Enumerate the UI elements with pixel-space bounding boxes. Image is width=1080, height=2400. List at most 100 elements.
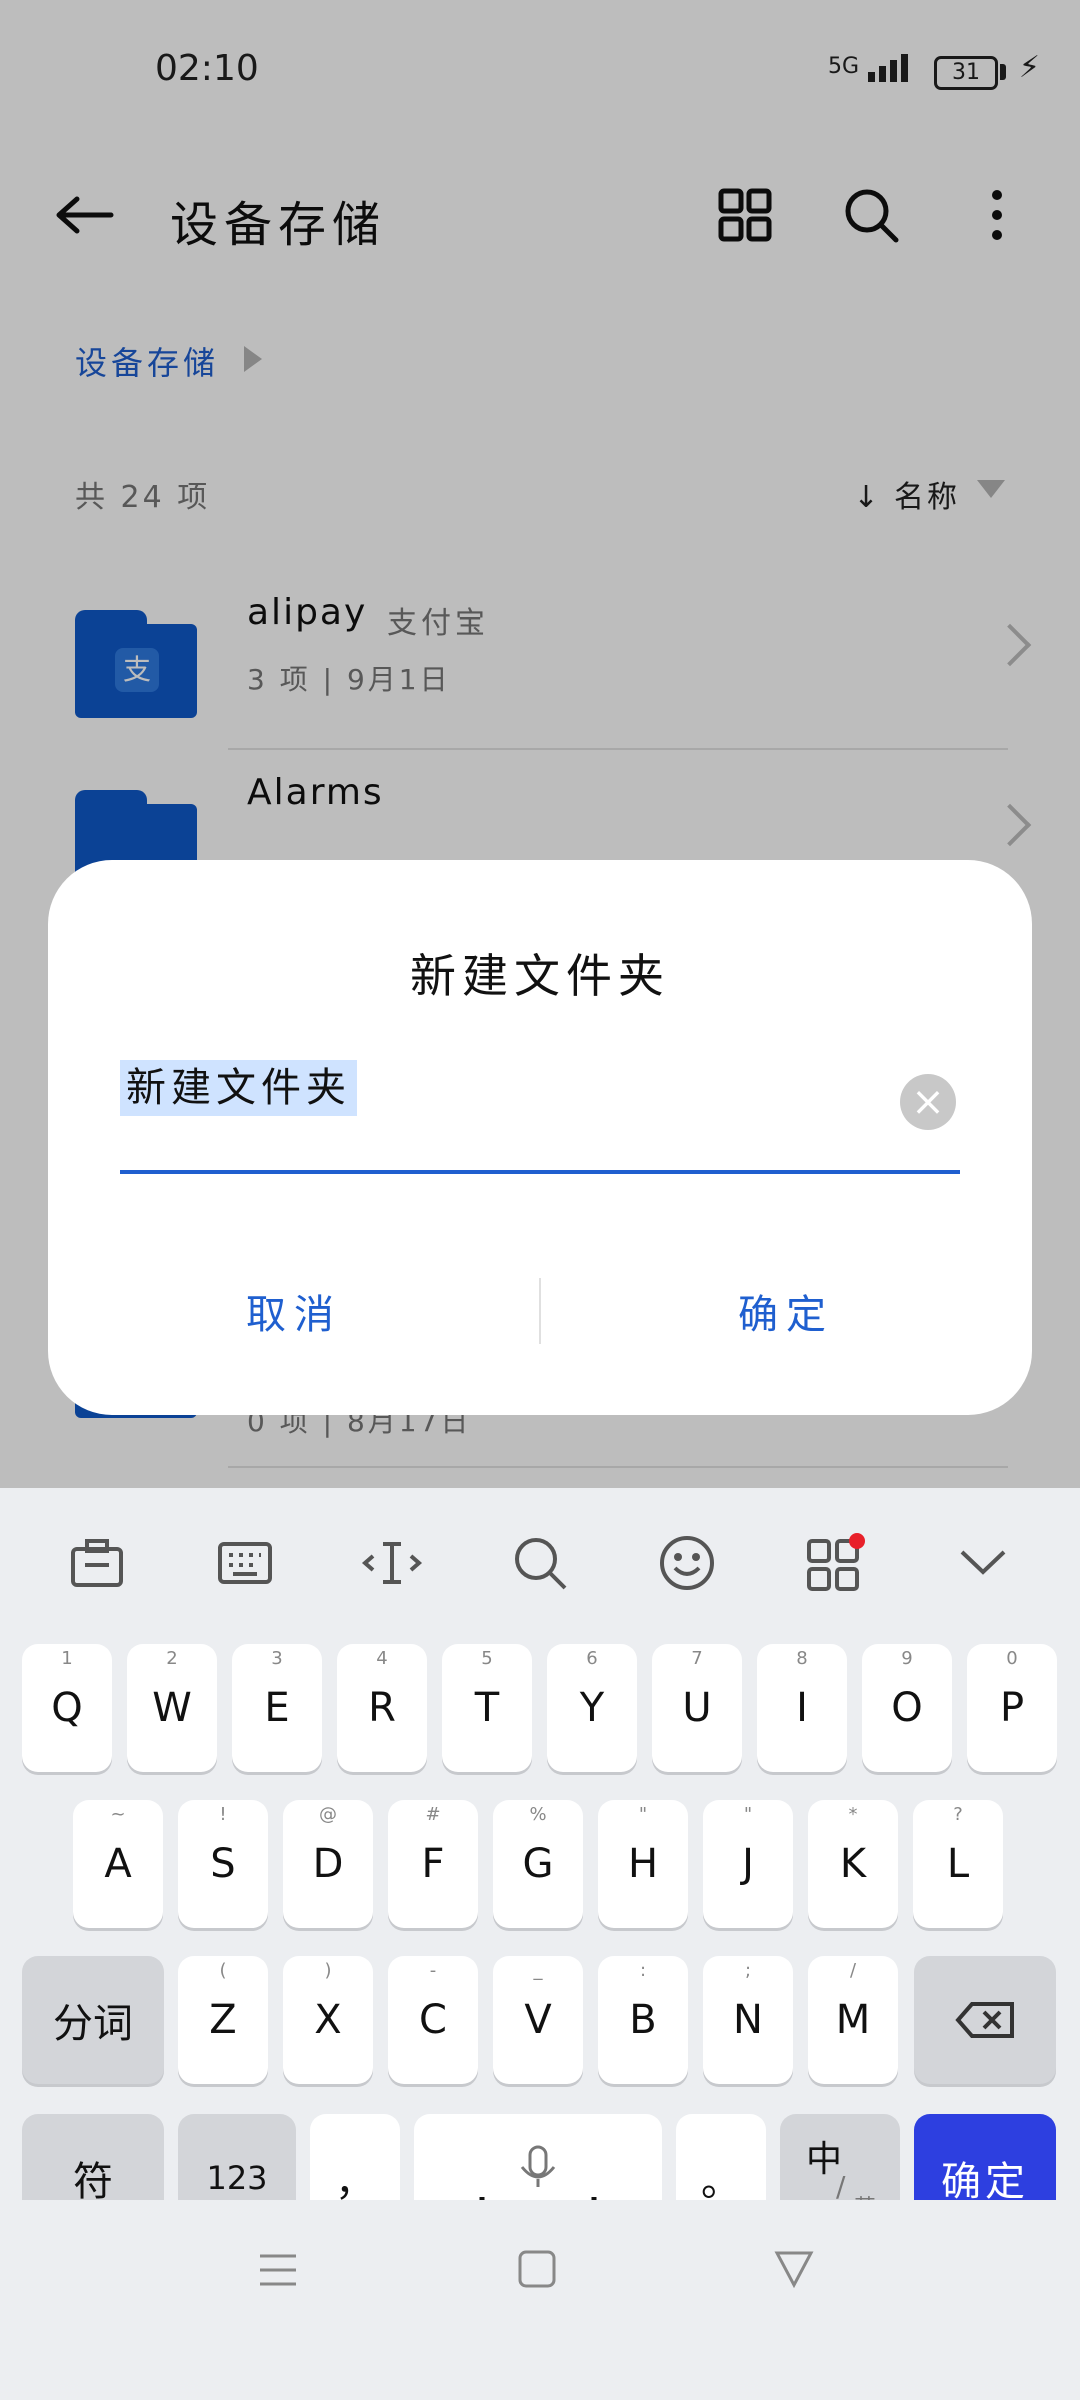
key-label: S [210,1841,236,1887]
key-q[interactable]: 1Q [22,1644,112,1772]
key-hint: 1 [61,1648,73,1669]
key-x[interactable]: ) X [283,1956,373,2084]
key-hint: ( [219,1960,227,1981]
folder-name-input[interactable]: 新建文件夹 [120,1060,960,1130]
key-hint: ~ [110,1804,126,1825]
clear-input-icon[interactable]: × [900,1074,956,1130]
cancel-button[interactable]: 取消 [48,1280,540,1350]
backspace-icon [955,2002,1014,2038]
key-l[interactable]: ? L [913,1800,1003,1928]
key-j[interactable]: " J [703,1800,793,1928]
key-z[interactable]: (Z [178,1956,268,2084]
back-icon[interactable] [774,2250,814,2292]
apps-grid-icon[interactable] [790,1518,880,1608]
menu-icon[interactable] [258,2252,298,2292]
key-i[interactable]: 8I [757,1644,847,1772]
new-folder-dialog: 新建文件夹 新建文件夹 × 取消 确定 [48,860,1032,1415]
key-hint: 8 [796,1648,808,1669]
key-label: A [104,1841,132,1887]
key-hint: ) [324,1960,332,1981]
key-c[interactable]: -C [388,1956,478,2084]
key-hint: 7 [691,1648,703,1669]
dialog-title: 新建文件夹 [410,949,670,1003]
key-label: Q [51,1685,83,1731]
key-hint: 4 [376,1648,388,1669]
key-s[interactable]: ! S [178,1800,268,1928]
lang-slash: / [836,2170,846,2203]
key-label: X [314,1997,342,2043]
key-label: C [419,1997,447,2043]
key-g[interactable]: % G [493,1800,583,1928]
key-label: W [152,1685,192,1731]
key-label: O [891,1685,923,1731]
key-hint: ! [219,1804,227,1825]
key-hint: 6 [586,1648,598,1669]
key-label: Z [209,1997,237,2043]
key-d[interactable]: @ D [283,1800,373,1928]
cursor-move-icon[interactable] [347,1518,437,1608]
key-label: Y [579,1685,605,1731]
navigation-bar [0,2200,1080,2400]
key-label: D [312,1841,344,1887]
key-h[interactable]: " H [598,1800,688,1928]
folder-name-value[interactable]: 新建文件夹 [120,1060,357,1116]
clipboard-icon[interactable] [52,1518,142,1608]
key-y[interactable]: 6Y [547,1644,637,1772]
key-hint: / [849,1960,857,1981]
key-hint: % [529,1804,547,1825]
key-label: U [682,1685,712,1731]
key-hint: 2 [166,1648,178,1669]
key-b[interactable]: :B [598,1956,688,2084]
key-hint: # [425,1804,441,1825]
key-hint: ; [744,1960,752,1981]
key-label: J [742,1841,754,1887]
key-label: T [474,1685,500,1731]
key-hint: ? [953,1804,963,1825]
key-hint: 9 [901,1648,913,1669]
key-o[interactable]: 9O [862,1644,952,1772]
key-hint: _ [533,1960,543,1981]
key-hint: " [743,1804,753,1825]
confirm-button[interactable]: 确定 [540,1280,1032,1350]
key-p[interactable]: 0P [967,1644,1057,1772]
home-icon[interactable] [518,2250,556,2292]
key-hint: : [639,1960,647,1981]
key-label: E [264,1685,290,1731]
key-hint: - [429,1960,437,1981]
key-t[interactable]: 5T [442,1644,532,1772]
key-hint: " [638,1804,648,1825]
key-v[interactable]: _ V [493,1956,583,2084]
key-label: I [796,1685,808,1731]
key-r[interactable]: 4R [337,1644,427,1772]
key-label: V [524,1997,552,2043]
key-w[interactable]: 2W [127,1644,217,1772]
key-hint: 3 [271,1648,283,1669]
key-label: N [733,1997,763,2043]
keyboard-layout-icon[interactable] [200,1518,290,1608]
key-label: H [627,1841,659,1887]
key-e[interactable]: 3E [232,1644,322,1772]
key-label: P [999,1685,1025,1731]
key-label: L [946,1841,970,1887]
key-label: M [835,1997,871,2043]
key-hint: * [848,1804,858,1825]
key-a[interactable]: ~ A [73,1800,163,1928]
key-label: B [629,1997,657,2043]
key-label: F [421,1841,445,1887]
key-label: G [522,1841,554,1887]
emoji-icon[interactable] [642,1518,732,1608]
key-f[interactable]: # F [388,1800,478,1928]
input-underline [120,1170,960,1174]
key-n[interactable]: ; N [703,1956,793,2084]
key-label: K [839,1841,867,1887]
key-hint: @ [319,1804,337,1825]
search-icon[interactable] [495,1518,585,1608]
key-m[interactable]: / M [808,1956,898,2084]
key-u[interactable]: 7U [652,1644,742,1772]
collapse-keyboard-icon[interactable] [938,1518,1028,1608]
key-k[interactable]: * K [808,1800,898,1928]
backspace-key[interactable] [914,1956,1056,2084]
segment-key[interactable]: 分词 [22,1956,164,2084]
key-label: R [368,1685,396,1731]
key-hint: 5 [481,1648,493,1669]
